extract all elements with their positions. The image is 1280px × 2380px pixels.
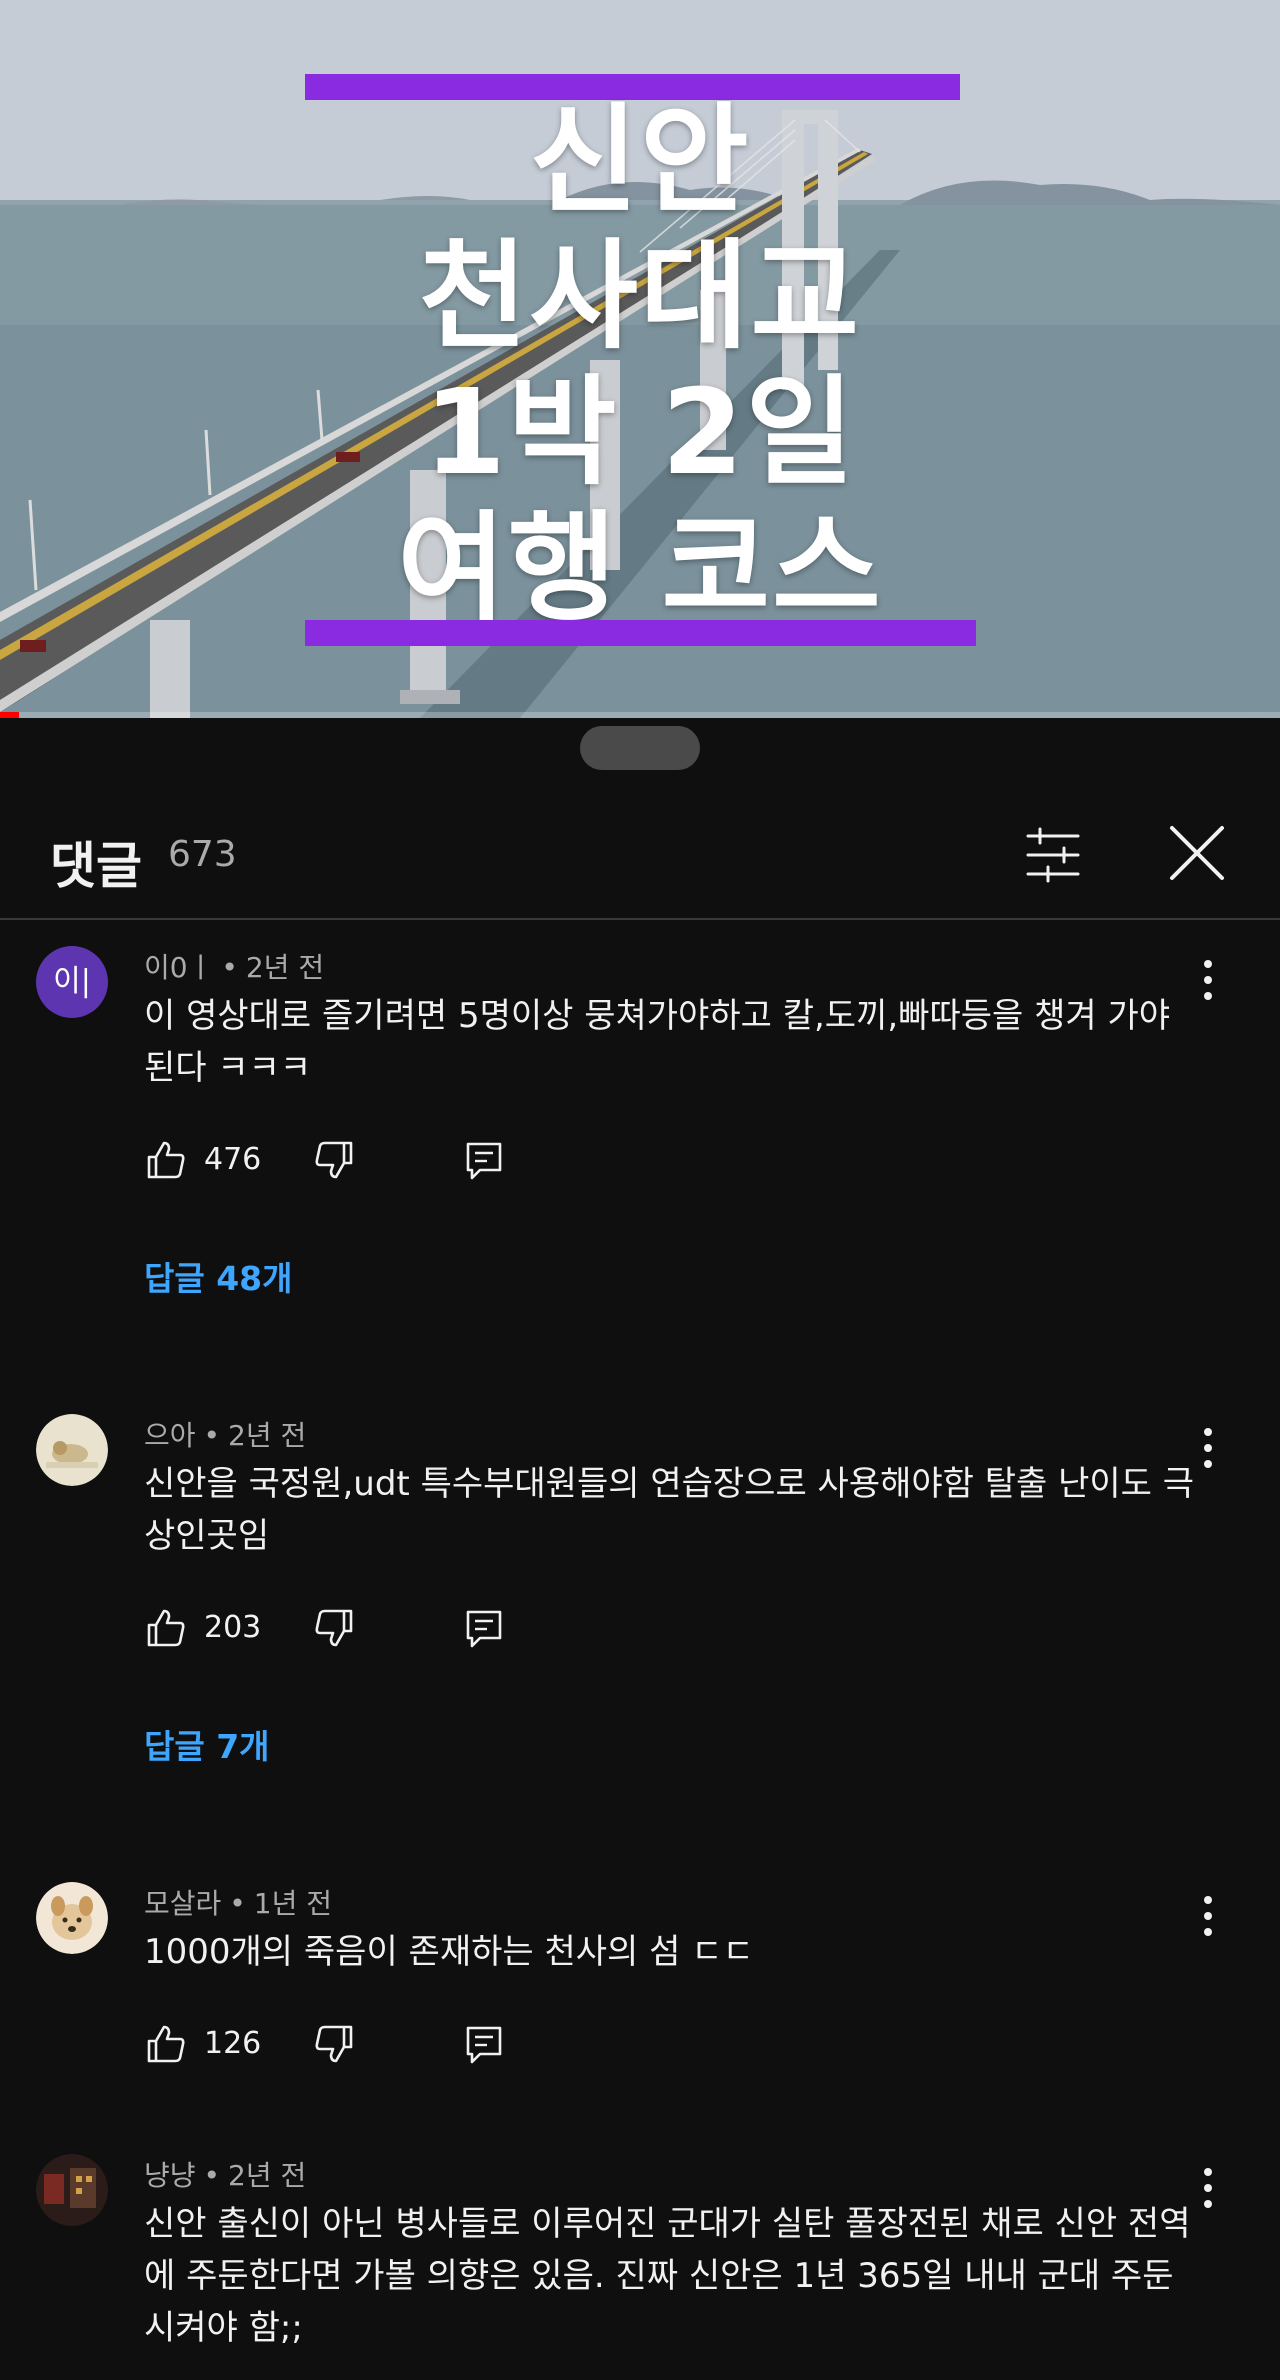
reply-button[interactable] — [462, 2022, 506, 2066]
title-line-2: 천사대교 — [418, 227, 862, 365]
comment-time: 1년 전 — [253, 1887, 333, 1920]
sheet-drag-handle[interactable] — [580, 726, 700, 770]
comment-time: 2년 전 — [245, 951, 325, 984]
comment-meta: 냥냥 • 2년 전 — [144, 2159, 307, 2192]
thumbs-down-icon — [315, 1609, 353, 1647]
comment-actions: 126 — [144, 2016, 644, 2076]
comment-meta: 모살라 • 1년 전 — [144, 1887, 333, 1920]
close-comments-button[interactable] — [1164, 820, 1230, 886]
comment-text: 1000개의 죽음이 존재하는 천사의 섬 ㄷㄷ — [144, 1932, 754, 1972]
avatar[interactable] — [36, 1414, 108, 1486]
comment-text: 이 영상대로 즐기려면 5명이상 뭉쳐가야하고 칼,도끼,빠따등을 챙겨 가야된… — [144, 996, 1171, 1088]
avatar-image — [36, 1414, 108, 1486]
comment-text: 신안 출신이 아닌 병사들로 이루어진 군대가 실탄 풀장전된 채로 신안 전역… — [144, 2204, 1191, 2348]
reply-button[interactable] — [462, 1606, 506, 1650]
like-button[interactable] — [144, 1606, 188, 1650]
avatar[interactable] — [36, 2154, 108, 2226]
more-vert-icon — [1204, 960, 1212, 1000]
more-vert-icon — [1204, 2168, 1212, 2208]
reply-comment-icon — [466, 1610, 502, 1648]
comment-actions: 203 — [144, 1600, 644, 1660]
comment-more-button[interactable] — [1190, 2164, 1226, 2212]
comments-header: 댓글 673 — [0, 790, 1280, 918]
comment-actions: 476 — [144, 1132, 644, 1192]
comments-count: 673 — [168, 834, 237, 875]
avatar-image — [36, 1882, 108, 1954]
comment-author[interactable]: 모살라 — [144, 1887, 221, 1920]
sort-filter-button[interactable] — [1020, 822, 1086, 888]
video-progress-fill — [0, 712, 20, 718]
comment-more-button[interactable] — [1190, 1892, 1226, 1940]
close-icon — [1170, 826, 1224, 880]
like-count: 126 — [204, 2026, 262, 2061]
title-line-4: 여행 코스 — [397, 499, 883, 637]
comment-meta: 이0ㅣ • 2년 전 — [144, 951, 325, 984]
header-divider — [0, 918, 1280, 920]
comment-more-button[interactable] — [1190, 1424, 1226, 1472]
title-line-3: 1박 2일 — [423, 363, 857, 501]
sliders-icon — [1026, 827, 1080, 883]
like-count: 476 — [204, 1142, 262, 1177]
more-vert-icon — [1204, 1896, 1212, 1936]
video-title-text: 신안 천사대교 1박 2일 여행 코스 — [0, 92, 1280, 636]
comment-text: 신안을 국정원,udt 특수부대원들의 연습장으로 사용해야함 탈출 난이도 극… — [144, 1464, 1195, 1556]
video-player[interactable]: 신안 천사대교 1박 2일 여행 코스 — [0, 0, 1280, 718]
comment-author[interactable]: 냥냥 — [144, 2159, 196, 2192]
like-button[interactable] — [144, 2022, 188, 2066]
comment-author[interactable]: 으아 — [144, 1419, 196, 1452]
thumbs-down-icon — [315, 1141, 353, 1179]
thumbs-up-icon — [147, 1141, 185, 1179]
comments-sheet: 댓글 673 이| 이0ㅣ • 2년 전 이 영상대로 즐기려면 5명이상 뭉쳐… — [0, 718, 1280, 2380]
thumbs-down-icon — [315, 2025, 353, 2063]
dislike-button[interactable] — [312, 1606, 356, 1650]
avatar[interactable] — [36, 1882, 108, 1954]
like-button[interactable] — [144, 1138, 188, 1182]
dislike-button[interactable] — [312, 1138, 356, 1182]
thumbs-up-icon — [147, 1609, 185, 1647]
comment-time: 2년 전 — [228, 2159, 307, 2192]
more-vert-icon — [1204, 1428, 1212, 1468]
comment-time: 2년 전 — [228, 1419, 307, 1452]
reply-comment-icon — [466, 2026, 502, 2064]
comments-title: 댓글 — [50, 837, 142, 895]
dislike-button[interactable] — [312, 2022, 356, 2066]
comment-more-button[interactable] — [1190, 956, 1226, 1004]
thumbs-up-icon — [147, 2025, 185, 2063]
view-replies-link[interactable]: 답글 7개 — [144, 1720, 270, 1768]
avatar-image — [36, 2154, 108, 2226]
reply-button[interactable] — [462, 1138, 506, 1182]
reply-comment-icon — [466, 1142, 502, 1180]
avatar[interactable]: 이| — [36, 946, 108, 1018]
comment-author[interactable]: 이0ㅣ — [144, 951, 213, 984]
title-accent-bar-bottom — [305, 620, 976, 646]
view-replies-link[interactable]: 답글 48개 — [144, 1252, 293, 1300]
title-line-1: 신안 — [529, 91, 751, 229]
like-count: 203 — [204, 1610, 262, 1645]
comment-meta: 으아 • 2년 전 — [144, 1419, 307, 1452]
video-title-overlay: 신안 천사대교 1박 2일 여행 코스 — [0, 0, 1280, 718]
